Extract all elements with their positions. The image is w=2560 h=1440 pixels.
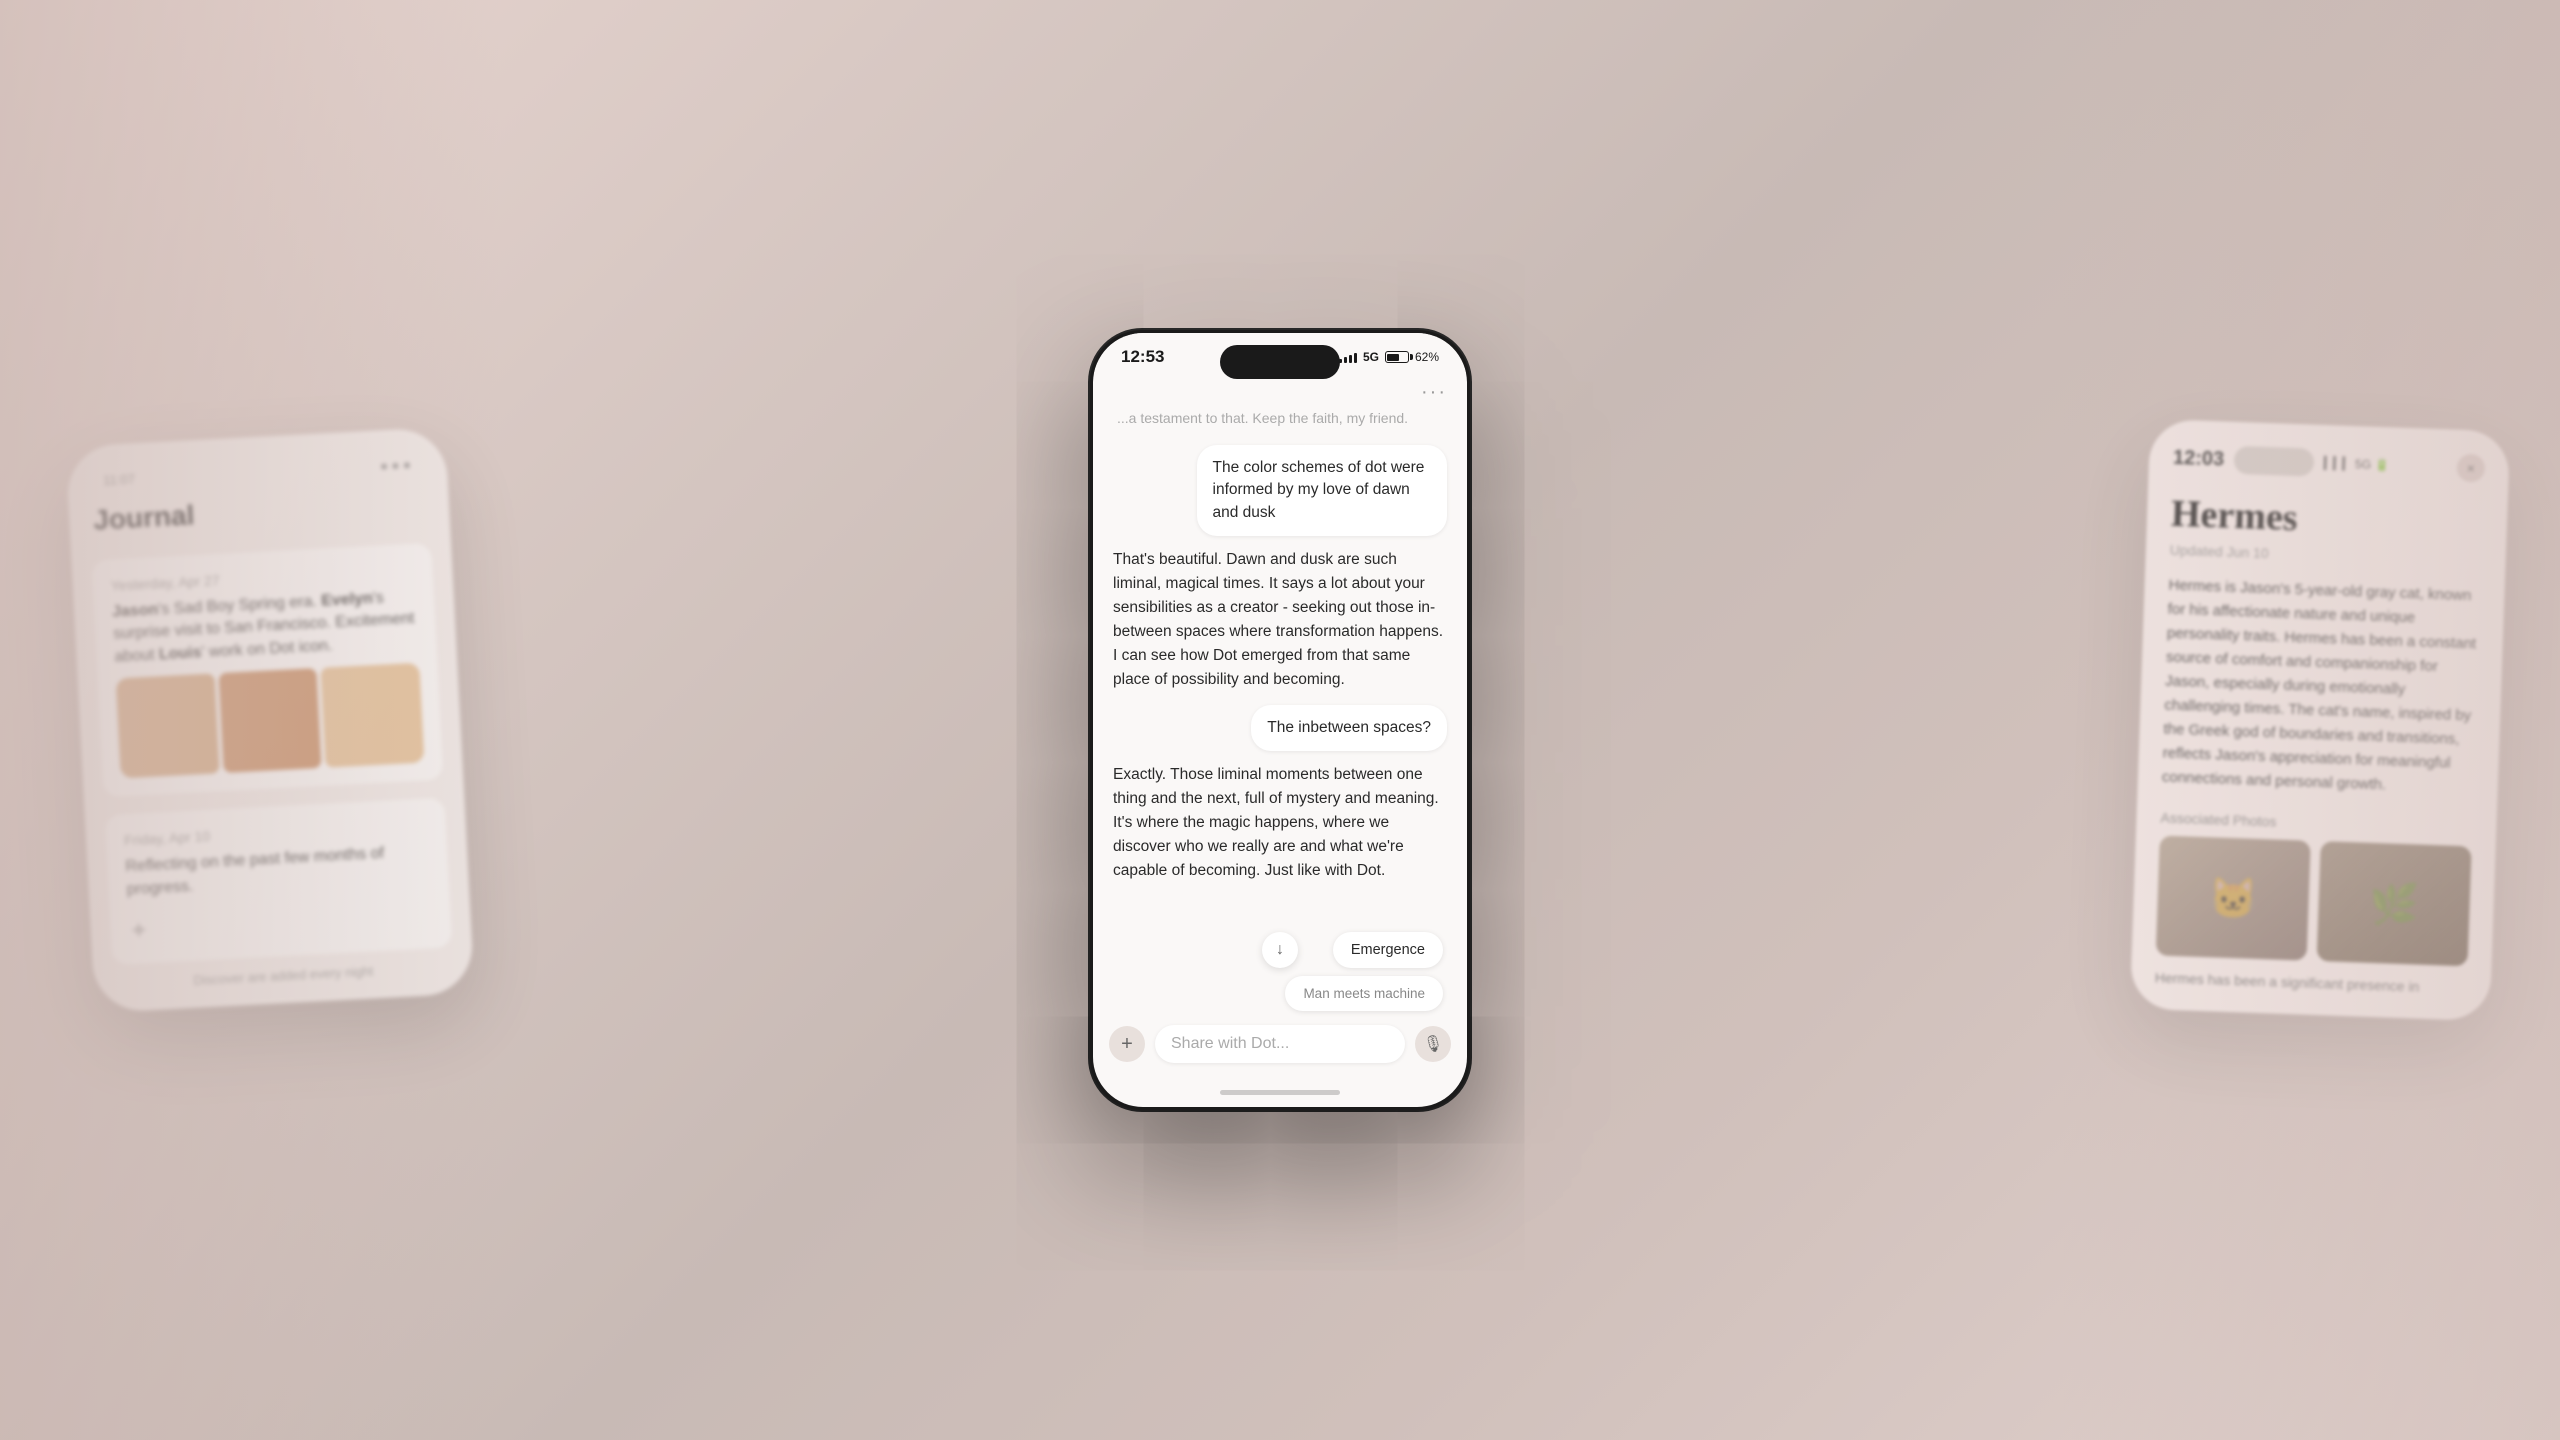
color-block-1 [116, 674, 220, 779]
user-message-2: The inbetween spaces? [1113, 705, 1447, 751]
right-phone: 12:03 ▎▎▎ 5G 🔋 × Hermes Updated Jun 10 H… [2130, 419, 2510, 1021]
left-phone-entry-1: Yesterday, Apr 27 Jason's Sad Boy Spring… [91, 543, 443, 798]
ai-message-partial: ...a testament to that. Keep the faith, … [1113, 408, 1447, 433]
home-bar [1220, 1090, 1340, 1095]
suggestion-chip-1[interactable]: Emergence [1333, 932, 1443, 968]
right-phone-time: 12:03 [2173, 446, 2225, 471]
close-icon: × [2467, 460, 2476, 476]
home-indicator [1093, 1077, 1467, 1107]
suggestion-area: ↓ Emergence Man meets machine [1093, 924, 1467, 1015]
right-phone-signal: ▎▎▎ 5G 🔋 [2324, 456, 2390, 472]
battery-icon [1385, 351, 1409, 363]
color-block-3 [321, 663, 425, 768]
input-bar: + Share with Dot... 🎙 [1093, 1015, 1467, 1077]
right-phone-header: 12:03 ▎▎▎ 5G 🔋 × [2173, 444, 2486, 483]
cat-photo-2: 🌿 [2317, 841, 2472, 966]
status-time: 12:53 [1121, 347, 1164, 367]
left-phone-icon-placeholder: ✦ [128, 901, 433, 946]
entity-title: Hermes [2170, 492, 2483, 547]
battery-fill [1387, 354, 1398, 361]
left-phone-text-2: Reflecting on the past few months of pro… [125, 841, 431, 902]
entity-updated: Updated Jun 10 [2170, 542, 2482, 569]
phone-screen: 12:53 5G 62% ··· . [1093, 333, 1467, 1107]
left-phone-entry-2: Friday, Apr 10 Reflecting on the past fe… [105, 798, 452, 965]
photos-container: 🐱 🌿 [2156, 835, 2472, 966]
signal-text: 5G [1363, 350, 1379, 364]
right-phone-island [2234, 446, 2315, 477]
chat-input[interactable]: Share with Dot... [1155, 1025, 1405, 1063]
signal-bar-2 [1344, 357, 1347, 363]
signal-bar-4 [1354, 353, 1357, 363]
status-icons: 5G 62% [1339, 350, 1439, 364]
signal-bars [1339, 351, 1357, 363]
cat-photo-placeholder-1: 🐱 [2156, 835, 2311, 960]
entity-bottom-text: Hermes has been a significant presence i… [2155, 969, 2467, 996]
user-bubble-1: The color schemes of dot were informed b… [1197, 445, 1448, 536]
cat-photo-1: 🐱 [2156, 835, 2311, 960]
chevron-down-icon: ↓ [1276, 941, 1284, 959]
mic-button[interactable]: 🎙 [1415, 1026, 1451, 1062]
entity-description: Hermes is Jason's 5-year-old gray cat, k… [2161, 574, 2480, 801]
ai-message-1: That's beautiful. Dawn and dusk are such… [1113, 548, 1447, 692]
left-phone-time: 11:07 [103, 471, 135, 488]
right-phone-status-area: 12:03 ▎▎▎ 5G 🔋 [2173, 444, 2390, 480]
center-phone: 12:53 5G 62% ··· . [1090, 330, 1470, 1110]
dynamic-island [1220, 345, 1340, 379]
color-block-2 [218, 668, 322, 773]
left-phone-icons: ● ● ● [380, 457, 412, 474]
photos-label: Associated Photos [2160, 809, 2472, 836]
scroll-down-button[interactable]: ↓ [1262, 932, 1298, 968]
mic-icon: 🎙 [1423, 1034, 1443, 1054]
battery-percent: 62% [1415, 350, 1439, 364]
more-options-button[interactable]: ··· [1421, 381, 1447, 404]
input-placeholder: Share with Dot... [1171, 1035, 1289, 1052]
suggestion-chip-2[interactable]: Man meets machine [1285, 976, 1443, 1011]
signal-bar-3 [1349, 355, 1352, 363]
left-phone-image-1 [116, 663, 425, 779]
left-phone-footer: Discover are added every night [113, 959, 453, 992]
cat-photo-placeholder-2: 🌿 [2317, 841, 2472, 966]
user-bubble-2: The inbetween spaces? [1251, 705, 1447, 751]
chat-messages[interactable]: ...a testament to that. Keep the faith, … [1093, 408, 1467, 924]
left-phone-text-1: Jason's Sad Boy Spring era. Evelyn's sur… [112, 586, 419, 669]
left-phone: 11:07 ● ● ● Journal Yesterday, Apr 27 Ja… [65, 427, 474, 1013]
add-button[interactable]: + [1109, 1026, 1145, 1062]
user-message-1: The color schemes of dot were informed b… [1113, 445, 1447, 536]
close-button[interactable]: × [2456, 454, 2485, 483]
plus-icon: + [1121, 1033, 1133, 1056]
ai-message-2: Exactly. Those liminal moments between o… [1113, 763, 1447, 883]
